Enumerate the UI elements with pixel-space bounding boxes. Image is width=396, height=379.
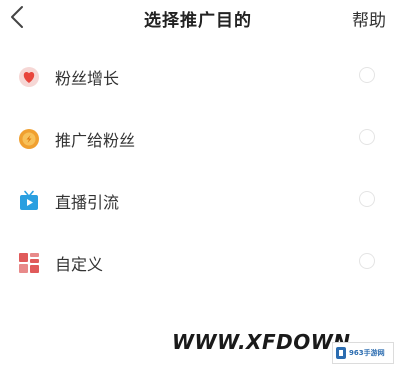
option-fan-growth[interactable]: 粉丝增长 (0, 46, 396, 108)
purpose-option-list: 粉丝增长 推广给粉丝 直播引流 自定义 (0, 46, 396, 294)
option-custom[interactable]: 自定义 (0, 232, 396, 294)
radio-button[interactable] (359, 253, 375, 269)
screen: 选择推广目的 帮助 粉丝增长 推广给粉丝 直播引流 自定义 WWW.XFDOWN… (0, 0, 396, 379)
option-label: 粉丝增长 (55, 69, 120, 88)
watermark-badge: 963手游网 (332, 342, 394, 364)
help-link[interactable]: 帮助 (352, 6, 386, 31)
option-label: 自定义 (55, 255, 104, 274)
page-title: 选择推广目的 (144, 11, 252, 31)
option-promote-to-fans[interactable]: 推广给粉丝 (0, 108, 396, 170)
option-label: 直播引流 (55, 193, 120, 212)
watermark-text: WWW.XFDOWN (172, 330, 351, 354)
logo-icon (336, 347, 346, 359)
grid-icon (19, 253, 39, 273)
coin-icon (19, 129, 39, 149)
option-label: 推广给粉丝 (55, 131, 136, 150)
header-bar: 选择推广目的 帮助 (0, 0, 396, 38)
radio-button[interactable] (359, 129, 375, 145)
heart-icon (19, 67, 39, 87)
radio-button[interactable] (359, 191, 375, 207)
option-live-traffic[interactable]: 直播引流 (0, 170, 396, 232)
badge-text: 963手游网 (349, 349, 385, 357)
tv-play-icon (20, 190, 38, 210)
radio-button[interactable] (359, 67, 375, 83)
